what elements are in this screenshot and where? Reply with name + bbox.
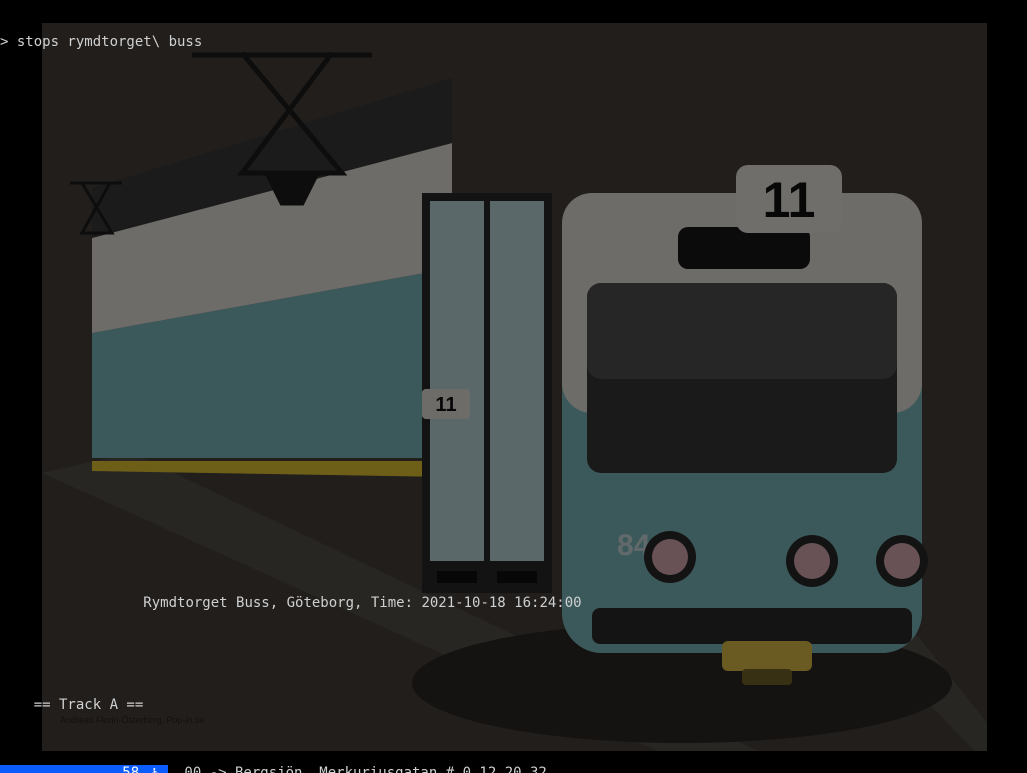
wheelchair-icon: ♿ [148,765,160,773]
blank-line [0,340,1027,357]
blank-line [0,136,1027,153]
departure-row: 58 ♿ 00 -> Bergsjön, Merkuriusgatan # 0,… [0,765,1027,773]
track-header: == Track A == [0,697,1027,714]
blank-line [0,391,1027,408]
command-line: > stops rymdtorget\ buss [0,34,1027,51]
departure-text: 00 -> Bergsjön, Merkuriusgatan # 0,12,20… [168,765,547,773]
blank-line [0,493,1027,510]
route-badge: 58 ♿ [0,765,168,773]
prompt-symbol: > [0,34,17,50]
command-text: stops rymdtorget\ buss [17,34,202,50]
blank-line [0,544,1027,561]
blank-line [0,187,1027,204]
blank-line [0,442,1027,459]
blank-line [0,238,1027,255]
station-title: Rymdtorget Buss, Göteborg, Time: 2021-10… [0,595,1027,612]
blank-line [0,646,1027,663]
departure-list: 58 ♿ 00 -> Bergsjön, Merkuriusgatan # 0,… [0,765,1027,773]
blank-line [0,289,1027,306]
blank-line [0,85,1027,102]
terminal[interactable]: > stops rymdtorget\ buss Rymdtorget Buss… [0,0,1027,773]
